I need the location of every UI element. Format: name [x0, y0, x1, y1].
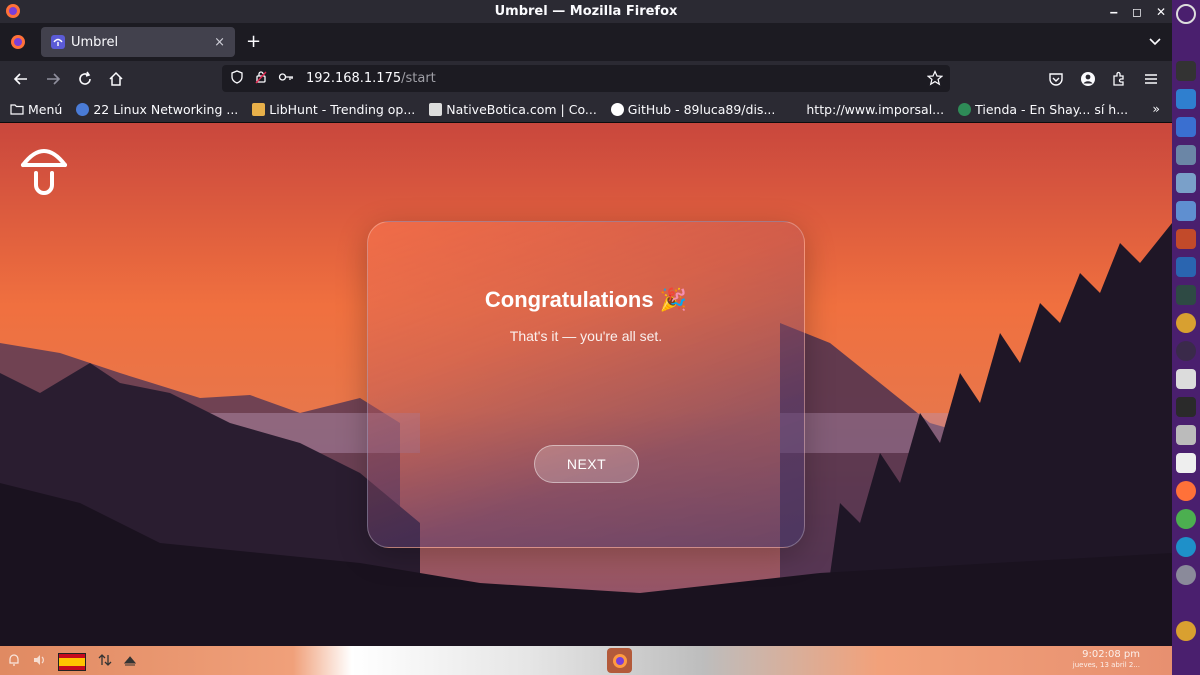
app-dock	[1172, 0, 1200, 675]
desktop: Umbrel — Mozilla Firefox ‒ ◻ ✕ Umbrel × …	[0, 0, 1200, 675]
tienda-icon	[958, 102, 972, 116]
app-icon-3[interactable]	[1176, 145, 1196, 165]
edge-icon[interactable]	[1176, 537, 1196, 557]
pocket-icon[interactable]	[1046, 69, 1066, 89]
bookmark-menu[interactable]: Menú	[10, 102, 62, 117]
text-editor-icon[interactable]	[1176, 453, 1196, 473]
panel-tray	[8, 652, 137, 671]
umbrel-logo-icon	[20, 143, 68, 201]
window-title: Umbrel — Mozilla Firefox	[494, 4, 678, 19]
window-controls: ‒ ◻ ✕	[1110, 0, 1166, 23]
folder-icon	[10, 104, 24, 115]
clock[interactable]: 9:02:08 pm jueves, 13 abril 2...	[1073, 649, 1140, 671]
network-icon[interactable]	[98, 652, 112, 671]
app-icon-1[interactable]	[1176, 89, 1196, 109]
maximize-button[interactable]: ◻	[1132, 5, 1142, 19]
volume-icon[interactable]	[32, 652, 46, 671]
close-window-button[interactable]: ✕	[1156, 5, 1166, 19]
bookmark-label: http://www.imporsal...	[806, 101, 945, 117]
bookmark-label: 22 Linux Networking ...	[93, 101, 239, 117]
bookmark-github[interactable]: GitHub - 89luca89/dis...	[610, 101, 776, 117]
bottom-panel: 9:02:08 pm jueves, 13 abril 2...	[0, 646, 1172, 675]
firefox-dock-icon[interactable]	[1176, 481, 1196, 501]
cursor-app-icon[interactable]	[1176, 201, 1196, 221]
insecure-lock-icon[interactable]	[254, 70, 268, 88]
minimize-button[interactable]: ‒	[1110, 5, 1118, 19]
cloud-icon[interactable]	[1176, 369, 1196, 389]
url-bar[interactable]: 192.168.1.175/start	[222, 65, 950, 92]
next-button[interactable]: NEXT	[534, 445, 639, 483]
clock-time: 9:02:08 pm	[1082, 649, 1140, 660]
navigation-toolbar: 192.168.1.175/start	[0, 61, 1172, 96]
nativebotica-icon	[429, 102, 443, 116]
blank-icon	[789, 103, 802, 116]
bookmark-imporsal[interactable]: http://www.imporsal...	[789, 102, 944, 117]
bookmark-label: Tienda - En Shay... sí h...	[975, 101, 1129, 117]
firefox-icon	[5, 3, 21, 23]
terminal-icon[interactable]	[1176, 397, 1196, 417]
chrome-icon[interactable]	[1176, 509, 1196, 529]
key-icon[interactable]	[278, 70, 294, 88]
url-path: /start	[401, 71, 436, 86]
clock-date: jueves, 13 abril 2...	[1072, 661, 1140, 669]
bookmark-label: LibHunt - Trending op...	[269, 101, 416, 117]
site-icon	[76, 102, 90, 116]
party-popper-icon: 🎉	[659, 287, 688, 312]
app-icon-5[interactable]	[1176, 229, 1196, 249]
more-bookmarks-icon[interactable]: »	[1152, 101, 1160, 116]
github-icon	[610, 102, 624, 116]
close-tab-icon[interactable]: ×	[214, 35, 225, 50]
tab-umbrel[interactable]: Umbrel ×	[41, 27, 235, 57]
app-icon-6[interactable]	[1176, 257, 1196, 277]
url-host: 192.168.1.175	[306, 71, 402, 86]
card-title: Congratulations 🎉	[368, 287, 804, 313]
bookmarks-toolbar: Menú 22 Linux Networking ... LibHunt - T…	[0, 96, 1172, 123]
app-icon-4[interactable]	[1176, 173, 1196, 193]
close-app-icon[interactable]	[1176, 61, 1196, 81]
libhunt-icon	[252, 102, 266, 116]
app-icon-8[interactable]	[1176, 341, 1196, 361]
launcher-icon[interactable]	[1176, 565, 1196, 585]
bookmark-label: GitHub - 89luca89/dis...	[627, 101, 776, 117]
app-icon-9[interactable]	[1176, 621, 1196, 641]
back-icon[interactable]	[11, 69, 31, 89]
app-icon-7[interactable]	[1176, 313, 1196, 333]
new-tab-button[interactable]: +	[246, 31, 261, 52]
firefox-taskbar-icon[interactable]	[607, 648, 632, 673]
bookmark-linux-networking[interactable]: 22 Linux Networking ...	[76, 102, 238, 117]
tracking-shield-icon[interactable]	[230, 69, 244, 88]
bookmark-star-icon[interactable]	[926, 70, 944, 90]
app-icon-2[interactable]	[1176, 117, 1196, 137]
account-icon[interactable]	[1078, 69, 1098, 89]
reload-icon[interactable]	[75, 69, 95, 89]
firefox-view-icon[interactable]	[10, 34, 26, 54]
onboarding-card: Congratulations 🎉 That's it — you're all…	[367, 221, 805, 548]
notifications-icon[interactable]	[8, 652, 20, 671]
tab-strip: Umbrel × +	[0, 23, 1172, 61]
congratulations-heading: Congratulations	[484, 287, 654, 312]
bookmark-label: NativeBotica.com | Co...	[446, 101, 597, 117]
bookmark-nativebotica[interactable]: NativeBotica.com | Co...	[429, 102, 597, 117]
extensions-icon[interactable]	[1109, 69, 1129, 89]
home-icon[interactable]	[106, 69, 126, 89]
list-all-tabs-icon[interactable]	[1148, 33, 1162, 52]
window-titlebar: Umbrel — Mozilla Firefox ‒ ◻ ✕	[0, 0, 1172, 23]
bookmark-libhunt[interactable]: LibHunt - Trending op...	[252, 102, 415, 117]
bookmark-tienda[interactable]: Tienda - En Shay... sí h...	[958, 102, 1128, 117]
power-icon[interactable]	[1176, 4, 1196, 24]
umbrel-favicon	[51, 35, 65, 49]
system-monitor-icon[interactable]	[1176, 285, 1196, 305]
files-icon[interactable]	[1176, 425, 1196, 445]
tab-title: Umbrel	[71, 34, 119, 50]
forward-icon[interactable]	[43, 69, 63, 89]
bookmark-label: Menú	[28, 101, 63, 117]
menu-hamburger-icon[interactable]	[1141, 69, 1161, 89]
page-content: Congratulations 🎉 That's it — you're all…	[0, 123, 1172, 646]
spain-flag-keyboard-icon[interactable]	[58, 652, 86, 671]
card-subtitle: That's it — you're all set.	[509, 328, 663, 344]
eject-icon[interactable]	[123, 652, 137, 671]
